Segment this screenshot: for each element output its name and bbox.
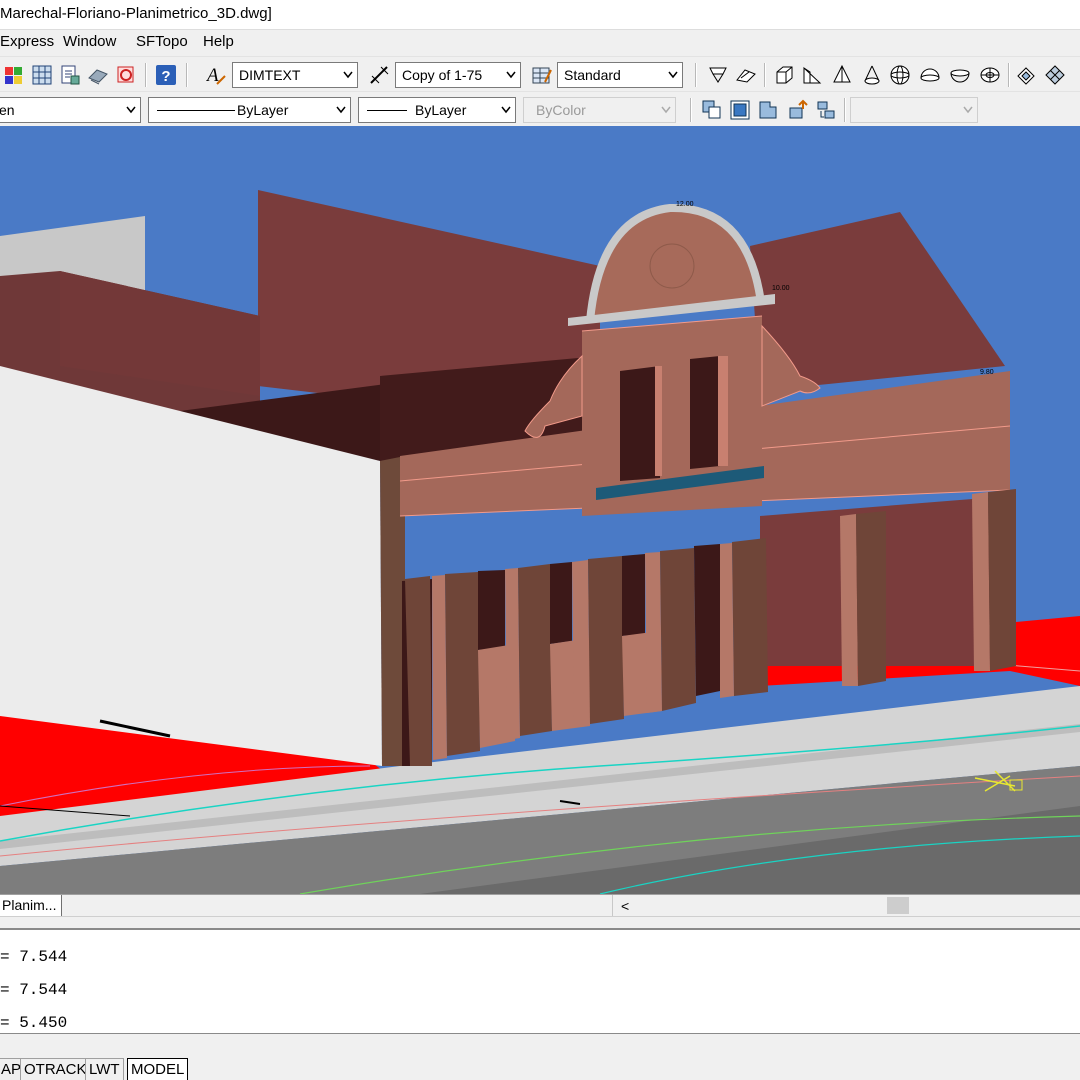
title-bar: Marechal-Floriano-Planimetrico_3D.dwg] [0,0,1080,30]
horizontal-scrollbar[interactable]: < [612,895,1080,916]
toolbar-separator [690,98,692,122]
menu-help[interactable]: Help [203,33,234,50]
table-style-icon[interactable] [530,63,554,87]
dish-icon[interactable] [948,63,972,87]
send-back-icon[interactable] [756,98,780,122]
torus-icon[interactable] [978,63,1002,87]
styles-toolbar: ? A DIMTEXT Copy of 1-75 Standard [0,56,1080,92]
command-line-3: = 5.450 [0,1014,68,1032]
publish-icon[interactable] [86,63,110,87]
send-under-icon[interactable] [814,98,838,122]
chevron-down-icon [126,106,136,114]
document-properties-icon[interactable] [58,63,82,87]
scroll-left-icon[interactable]: < [621,898,629,914]
grid-icon[interactable] [30,63,54,87]
bring-above-icon[interactable] [786,98,810,122]
chevron-down-icon [668,71,678,79]
status-lwt-button[interactable]: LWT [85,1058,124,1080]
status-bar: AP OTRACK LWT MODEL [0,1034,1080,1080]
chevron-down-icon [661,106,671,114]
wedge-icon[interactable] [800,63,824,87]
menu-sftopo[interactable]: SFTopo [136,33,188,50]
linetype-dropdown[interactable]: ByLayer [148,97,351,123]
tab-label: Planim... [2,897,57,913]
draw-order-icon[interactable] [700,98,724,122]
menu-express[interactable]: Express [0,33,54,50]
status-otrack-button[interactable]: OTRACK [20,1058,91,1080]
chevron-down-icon [343,71,353,79]
model-viewport[interactable]: 12.00 10.00 9.80 [0,126,1080,894]
window-title: Marechal-Floriano-Planimetrico_3D.dwg] [0,5,272,22]
svg-text:?: ? [161,68,170,85]
plot-style-value: ByColor [536,102,586,118]
command-line-2: = 7.544 [0,981,68,999]
toolbar-separator [186,63,188,87]
cone-icon[interactable] [860,63,884,87]
layer-value: en [0,102,15,118]
toolbar-separator [1008,63,1010,87]
toolbar-separator [844,98,846,122]
lineweight-sample [367,110,407,111]
command-window-splitter[interactable] [0,916,1080,930]
chevron-down-icon [501,106,511,114]
properties-toolbar: en ByLayer ByLayer ByColor [0,91,1080,127]
scroll-thumb[interactable] [887,897,909,914]
dimension-style-dropdown[interactable]: Copy of 1-75 [395,62,521,88]
markup-icon[interactable] [114,63,138,87]
pyramid-icon[interactable] [830,63,854,87]
command-history: = 7.544 = 7.544 = 5.450 [0,930,1080,1034]
surface-icon[interactable] [734,63,758,87]
building-3d-model: 12.00 10.00 9.80 [0,190,1080,894]
linetype-sample [157,110,235,111]
planar-surface-icon[interactable] [706,63,730,87]
linetype-value: ByLayer [237,102,289,118]
svg-text:12.00: 12.00 [676,201,694,208]
dimension-style-icon[interactable] [368,63,392,87]
autocad-window: Marechal-Floriano-Planimetrico_3D.dwg] E… [0,0,1080,1080]
dimension-style-value: Copy of 1-75 [402,67,483,83]
layout-tab-row: Planim... < [0,894,1080,916]
chevron-down-icon [506,71,516,79]
mesh-icon[interactable] [1043,63,1067,87]
tab-planimetrico[interactable]: Planim... [0,895,62,916]
svg-text:10.00: 10.00 [772,285,790,292]
chevron-down-icon [336,106,346,114]
color-palette-icon[interactable] [2,63,26,87]
help-icon[interactable]: ? [154,63,178,87]
command-line-1: = 7.544 [0,948,68,966]
menu-window[interactable]: Window [63,33,116,50]
dome-icon[interactable] [918,63,942,87]
menu-bar: Express Window SFTopo Help [0,30,1080,56]
text-style-dropdown[interactable]: DIMTEXT [232,62,358,88]
chevron-down-icon [963,106,973,114]
toolbar-separator [695,63,697,87]
text-style-value: DIMTEXT [239,67,301,83]
lineweight-dropdown[interactable]: ByLayer [358,97,516,123]
table-style-dropdown[interactable]: Standard [557,62,683,88]
table-style-value: Standard [564,67,621,83]
toolbar-separator [145,63,147,87]
plot-style-dropdown: ByColor [523,97,676,123]
layer-dropdown[interactable]: en [0,97,141,123]
box-icon[interactable] [772,63,796,87]
toolbar-separator [764,63,766,87]
extra-dropdown [850,97,978,123]
sphere-icon[interactable] [888,63,912,87]
status-model-button[interactable]: MODEL [127,1058,189,1080]
edge-surface-icon[interactable] [1014,63,1038,87]
bring-front-icon[interactable] [728,98,752,122]
text-style-icon[interactable]: A [204,63,228,87]
lineweight-value: ByLayer [415,102,467,118]
svg-text:9.80: 9.80 [980,369,994,376]
